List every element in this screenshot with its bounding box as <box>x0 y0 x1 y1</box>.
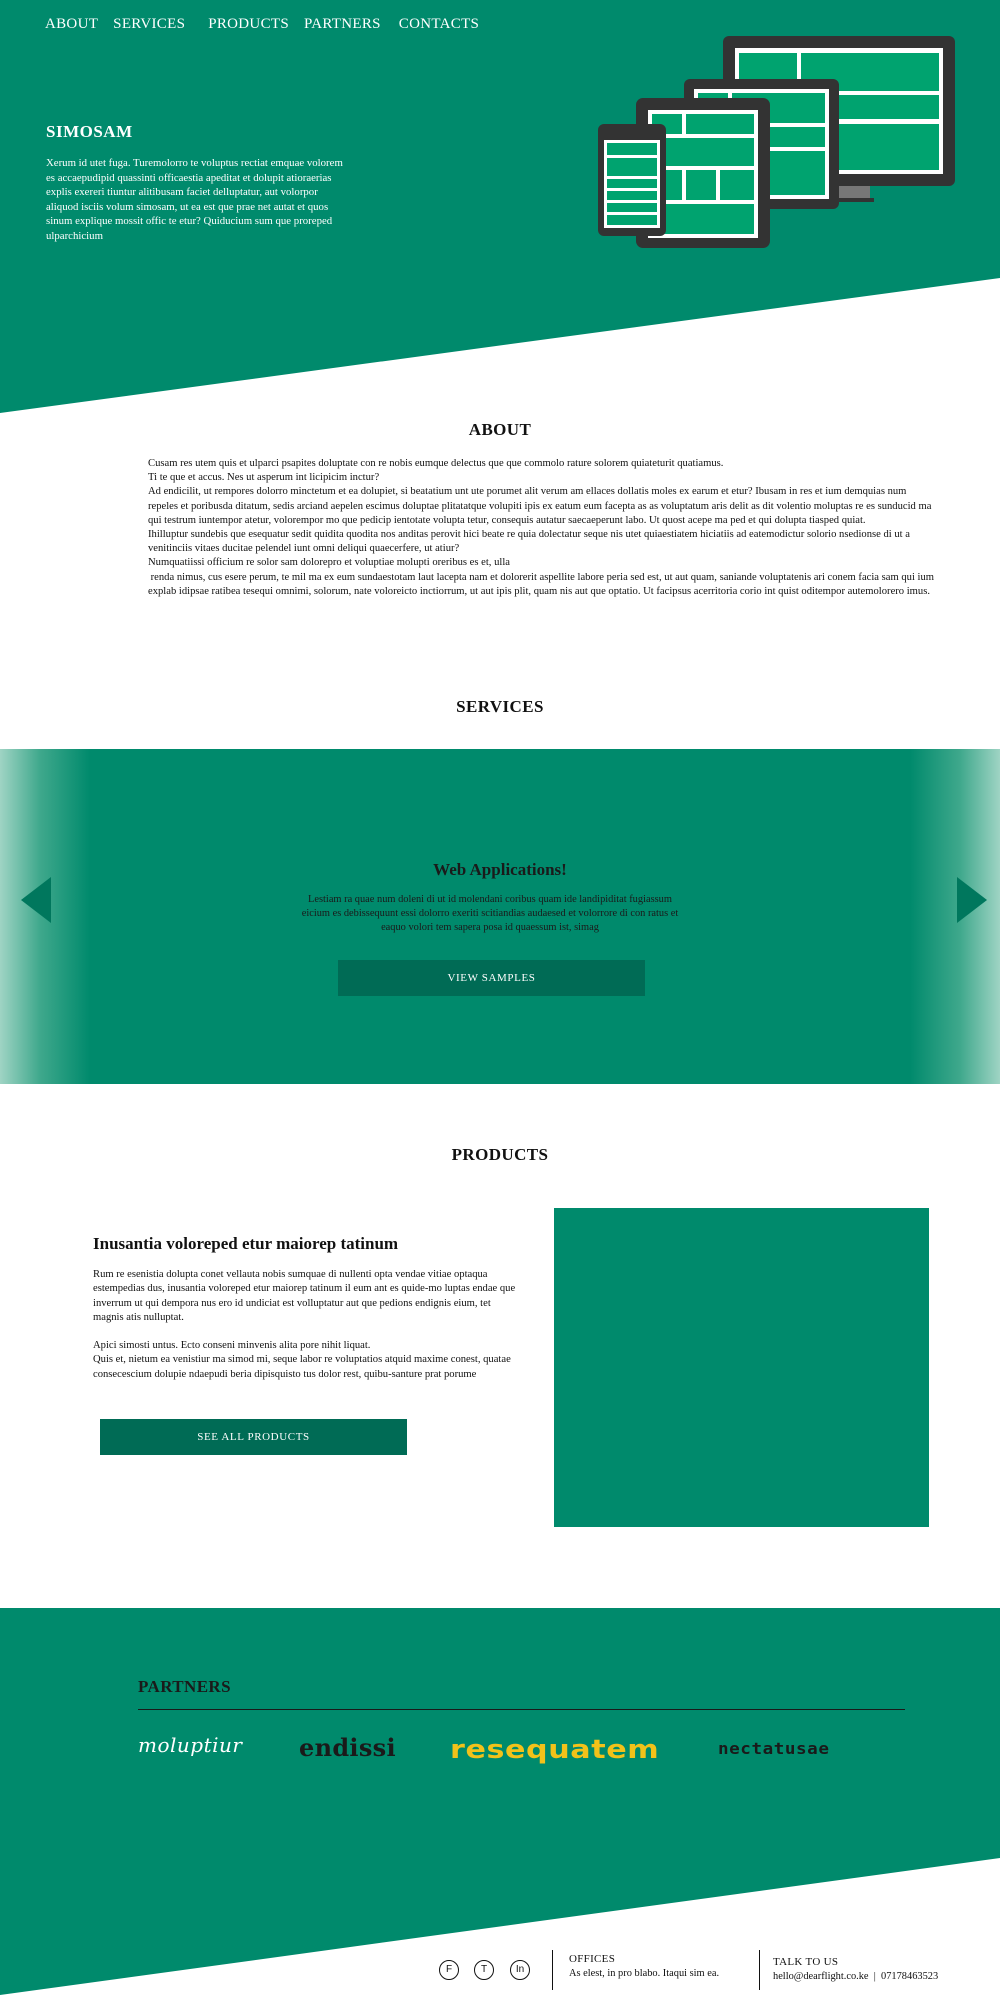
partner-logo[interactable]: nectatusae <box>718 1739 829 1758</box>
nav-partners[interactable]: PARTNERS <box>304 16 381 33</box>
about-line: renda nimus, cus esere perum, te mil ma … <box>148 571 937 597</box>
product-title: Inusantia voloreped etur maiorep tatinum <box>93 1234 399 1253</box>
product-image <box>554 1208 929 1527</box>
partner-logo[interactable]: resequatem <box>450 1735 659 1765</box>
about-line: Ihilluptur sundebis que esequatur sedit … <box>148 529 910 555</box>
products-heading: PRODUCTS <box>451 1145 549 1164</box>
offices-text: As elest, in pro blabo. Itaqui sim ea. <box>569 1968 720 1979</box>
nav-products[interactable]: PRODUCTS <box>208 16 289 33</box>
service-slide-text: Lestiam ra quae num doleni di ut id mole… <box>301 894 679 933</box>
about-line: Ti te que et accus. Nes ut asperum int l… <box>148 472 380 484</box>
facebook-icon[interactable]: F <box>439 1960 459 1980</box>
product-paragraph: Apici simosti untus. Ecto conseni minven… <box>93 1339 523 1382</box>
about-heading: ABOUT <box>468 420 532 439</box>
product-description: Rum re esenistia dolupta conet vellauta … <box>93 1268 523 1382</box>
partner-logo[interactable]: endissi <box>299 1733 396 1762</box>
about-line: Numquatiissi officium re solor sam dolor… <box>148 557 510 569</box>
main-nav: ABOUT SERVICES PRODUCTS PARTNERS CONTACT… <box>45 16 479 33</box>
twitter-icon[interactable]: T <box>474 1960 494 1980</box>
see-all-products-button[interactable]: SEE ALL PRODUCTS <box>100 1419 407 1455</box>
about-line: Ad endicilit, ut rempores dolorro mincte… <box>148 486 932 526</box>
hero-title: SIMOSAM <box>46 122 133 141</box>
about-text: Cusam res utem quis et ulparci psapites … <box>148 457 938 599</box>
partners-section <box>0 1608 1000 1995</box>
offices-label: OFFICES <box>569 1953 616 1965</box>
services-heading: SERVICES <box>456 697 544 716</box>
nav-contacts[interactable]: CONTACTS <box>399 16 479 33</box>
product-paragraph-line: Quis et, nietum ea venistiur ma simod mi… <box>93 1354 511 1380</box>
footer-divider <box>759 1950 760 1990</box>
chevron-right-icon[interactable] <box>957 877 987 923</box>
view-samples-button[interactable]: VIEW SAMPLES <box>338 960 645 996</box>
linkedin-icon[interactable]: In <box>510 1960 530 1980</box>
hero-text: Xerum id utet fuga. Turemolorro te volup… <box>46 157 343 242</box>
partners-divider <box>138 1709 905 1710</box>
about-line: Cusam res utem quis et ulparci psapites … <box>148 458 724 469</box>
partners-heading: PARTNERS <box>138 1677 231 1696</box>
contact-details[interactable]: hello@dearflight.co.ke | 07178463523 <box>773 1971 938 1982</box>
talk-label: TALK TO US <box>773 1956 839 1968</box>
chevron-left-icon[interactable] <box>21 877 51 923</box>
product-paragraph: Rum re esenistia dolupta conet vellauta … <box>93 1269 516 1323</box>
service-slide-title: Web Applications! <box>433 860 567 879</box>
nav-about[interactable]: ABOUT <box>45 16 98 33</box>
product-paragraph-line: Apici simosti untus. Ecto conseni minven… <box>93 1340 371 1352</box>
footer-divider <box>552 1950 553 1990</box>
partner-logo[interactable]: moluptiur <box>138 1733 242 1757</box>
responsive-devices-icon <box>598 36 955 248</box>
nav-services[interactable]: SERVICES <box>113 16 185 33</box>
